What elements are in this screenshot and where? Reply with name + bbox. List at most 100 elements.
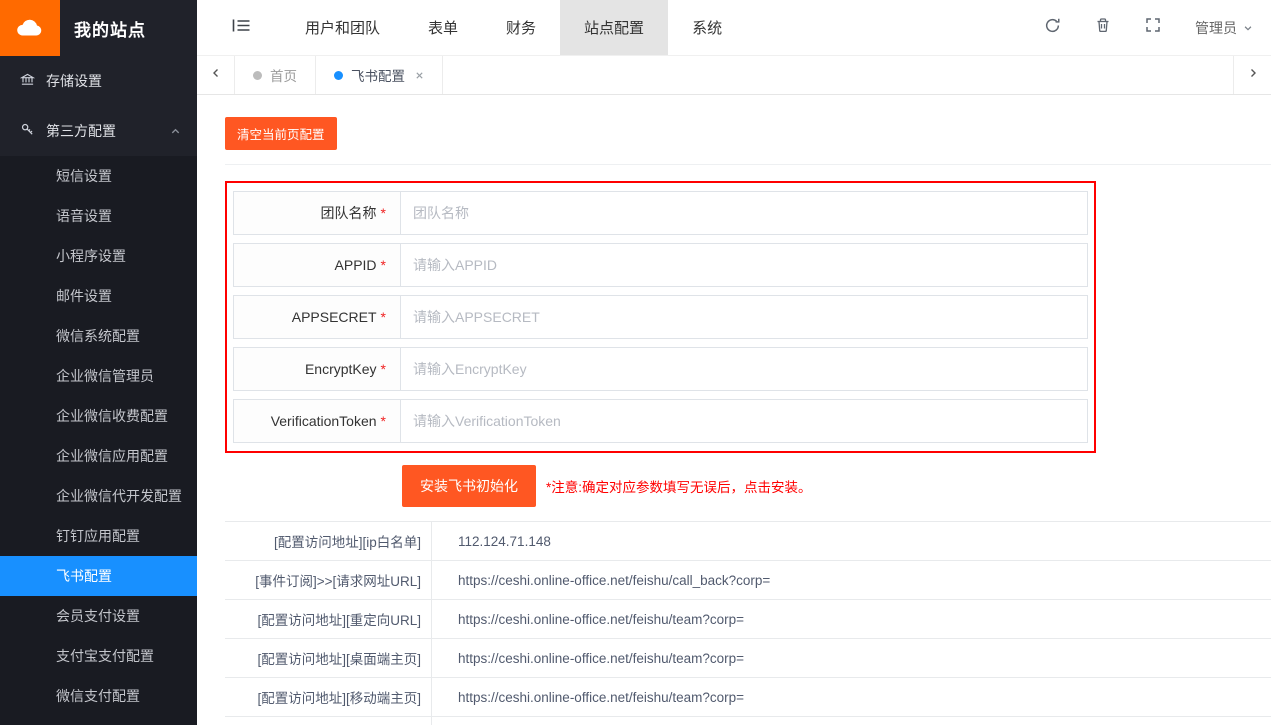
content-header: 清空当前页配置 xyxy=(225,117,1271,165)
config-row-value: https://ceshi.online-office.net/feishu/t… xyxy=(432,600,744,638)
field-label: APPID* xyxy=(234,244,401,286)
appsecret-input[interactable] xyxy=(401,296,1087,338)
chevron-left-icon xyxy=(210,66,222,84)
sidebar-item-mail-settings[interactable]: 邮件设置 xyxy=(0,276,197,316)
user-name: 管理员 xyxy=(1195,18,1237,38)
sidebar-item-miniprogram-settings[interactable]: 小程序设置 xyxy=(0,236,197,276)
appid-input[interactable] xyxy=(401,244,1087,286)
required-marker: * xyxy=(381,205,386,221)
config-row-label: [配置访问地址][管理主页地址] xyxy=(225,717,432,725)
sidebar-item-wecom-app-config[interactable]: 企业微信应用配置 xyxy=(0,436,197,476)
team-name-input[interactable] xyxy=(401,192,1087,234)
config-row-label: [事件订阅]>>[请求网址URL] xyxy=(225,561,432,599)
sidebar-section-thirdparty-config[interactable]: 第三方配置 xyxy=(0,106,197,156)
field-label-text: APPSECRET xyxy=(292,309,377,325)
user-menu[interactable]: 管理员 xyxy=(1195,18,1253,38)
tab-scroll-right-button[interactable] xyxy=(1233,56,1271,94)
fullscreen-button[interactable] xyxy=(1145,17,1161,38)
config-row: [配置访问地址][重定向URL] https://ceshi.online-of… xyxy=(225,600,1271,639)
nav-item-forms[interactable]: 表单 xyxy=(404,0,482,55)
field-label: 团队名称* xyxy=(234,192,401,234)
tab-status-dot xyxy=(334,71,343,80)
app-logo[interactable]: 我的站点 xyxy=(0,0,197,56)
close-tab-icon[interactable] xyxy=(415,71,424,80)
form-row: APPSECRET* xyxy=(233,295,1088,339)
config-row: [配置访问地址][管理主页地址] https://ceshi.online-of… xyxy=(225,717,1271,725)
verificationtoken-input[interactable] xyxy=(401,400,1087,442)
tabbar-spacer xyxy=(443,56,1233,94)
field-label-text: 团队名称 xyxy=(321,203,377,223)
sidebar-item-wechat-system-config[interactable]: 微信系统配置 xyxy=(0,316,197,356)
tab-scroll-left-button[interactable] xyxy=(197,56,235,94)
nav-item-system[interactable]: 系统 xyxy=(668,0,746,55)
clear-cache-button[interactable] xyxy=(1095,17,1111,38)
required-marker: * xyxy=(381,413,386,429)
config-row: [事件订阅]>>[请求网址URL] https://ceshi.online-o… xyxy=(225,561,1271,600)
main-column: 用户和团队 表单 财务 站点配置 系统 xyxy=(197,0,1271,725)
form-row: 团队名称* xyxy=(233,191,1088,235)
config-row-value: https://ceshi.online-office.net/feishu/t… xyxy=(432,639,744,677)
sidebar-item-label: 微信支付配置 xyxy=(56,686,140,706)
nav-item-site-config[interactable]: 站点配置 xyxy=(560,0,668,55)
sidebar-item-label: 语音设置 xyxy=(56,206,112,226)
form-row: EncryptKey* xyxy=(233,347,1088,391)
field-label-text: VerificationToken xyxy=(271,413,377,429)
nav-item-label: 站点配置 xyxy=(584,17,644,38)
sidebar-item-label: 微信系统配置 xyxy=(56,326,140,346)
sidebar-item-label: 企业微信代开发配置 xyxy=(56,486,182,506)
sidebar-item-label: 会员支付设置 xyxy=(56,606,140,626)
sidebar-item-label: 飞书配置 xyxy=(56,566,112,586)
collapse-sidebar-button[interactable] xyxy=(221,0,261,55)
sidebar-item-label: 邮件设置 xyxy=(56,286,112,306)
config-row-label: [配置访问地址][ip白名单] xyxy=(225,522,432,560)
cloud-logo-icon xyxy=(0,0,60,56)
feishu-config-form: 团队名称* APPID* APPSECRET* EncryptKey* Veri… xyxy=(225,181,1096,453)
sidebar-item-storage-settings[interactable]: 存储设置 xyxy=(0,56,197,106)
sidebar-item-label: 钉钉应用配置 xyxy=(56,526,140,546)
required-marker: * xyxy=(381,257,386,273)
tab-label: 飞书配置 xyxy=(351,65,405,85)
sidebar-item-feishu-config[interactable]: 飞书配置 xyxy=(0,556,197,596)
sidebar-item-wecom-admin[interactable]: 企业微信管理员 xyxy=(0,356,197,396)
nav-item-label: 用户和团队 xyxy=(305,17,380,38)
sidebar-item-label: 支付宝支付配置 xyxy=(56,646,154,666)
sidebar-item-sms-settings[interactable]: 短信设置 xyxy=(0,156,197,196)
install-feishu-button[interactable]: 安装飞书初始化 xyxy=(402,465,536,507)
fullscreen-icon xyxy=(1145,17,1161,38)
config-table: [配置访问地址][ip白名单] 112.124.71.148 [事件订阅]>>[… xyxy=(225,521,1271,725)
install-row: 安装飞书初始化 *注意:确定对应参数填写无误后，点击安装。 xyxy=(225,465,1271,507)
config-row-label: [配置访问地址][移动端主页] xyxy=(225,678,432,716)
config-row-label: [配置访问地址][桌面端主页] xyxy=(225,639,432,677)
tab-feishu-config[interactable]: 飞书配置 xyxy=(316,56,443,94)
config-row-value: https://ceshi.online-office.net/feishu/t… xyxy=(432,717,823,725)
sidebar-item-wecom-billing-config[interactable]: 企业微信收费配置 xyxy=(0,396,197,436)
nav-item-label: 系统 xyxy=(692,17,722,38)
sidebar-item-wechat-pay-config[interactable]: 微信支付配置 xyxy=(0,676,197,716)
bank-icon xyxy=(20,72,35,90)
refresh-button[interactable] xyxy=(1044,17,1061,39)
nav-item-users-teams[interactable]: 用户和团队 xyxy=(281,0,404,55)
app-title: 我的站点 xyxy=(74,16,146,41)
config-row-label: [配置访问地址][重定向URL] xyxy=(225,600,432,638)
tab-home[interactable]: 首页 xyxy=(235,56,316,94)
app-root: 我的站点 存储设置 第三方配置 短信设置 语音设置 小程序设置 邮件设置 微信系… xyxy=(0,0,1271,725)
collapse-menu-icon xyxy=(232,17,251,39)
sidebar-item-member-pay-settings[interactable]: 会员支付设置 xyxy=(0,596,197,636)
tab-bar: 首页 飞书配置 xyxy=(197,56,1271,95)
nav-item-label: 表单 xyxy=(428,17,458,38)
install-note: *注意:确定对应参数填写无误后，点击安装。 xyxy=(546,476,812,496)
sidebar-item-dingtalk-app-config[interactable]: 钉钉应用配置 xyxy=(0,516,197,556)
field-label-text: EncryptKey xyxy=(305,361,377,377)
nav-item-label: 财务 xyxy=(506,17,536,38)
top-navbar: 用户和团队 表单 财务 站点配置 系统 xyxy=(197,0,1271,56)
sidebar: 我的站点 存储设置 第三方配置 短信设置 语音设置 小程序设置 邮件设置 微信系… xyxy=(0,0,197,725)
sidebar-item-voice-settings[interactable]: 语音设置 xyxy=(0,196,197,236)
sidebar-item-alipay-pay-config[interactable]: 支付宝支付配置 xyxy=(0,636,197,676)
tab-status-dot xyxy=(253,71,262,80)
chevron-up-icon xyxy=(170,126,181,137)
chevron-down-icon xyxy=(1243,20,1253,36)
encryptkey-input[interactable] xyxy=(401,348,1087,390)
clear-page-config-button[interactable]: 清空当前页配置 xyxy=(225,117,337,150)
sidebar-item-wecom-devproxy-config[interactable]: 企业微信代开发配置 xyxy=(0,476,197,516)
nav-item-finance[interactable]: 财务 xyxy=(482,0,560,55)
